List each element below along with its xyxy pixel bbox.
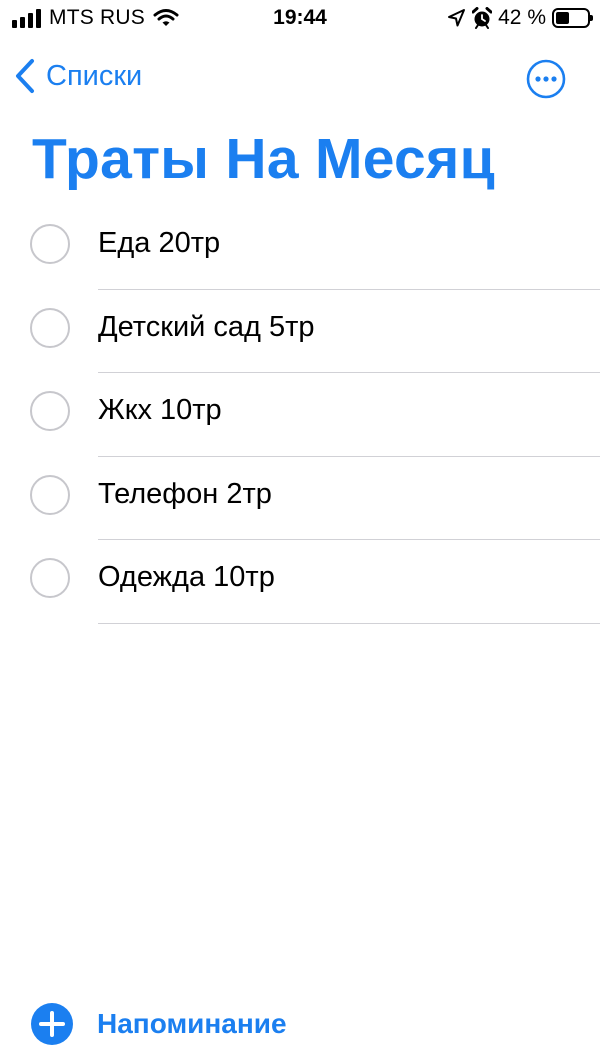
reminder-title[interactable]: Жкх 10тр	[98, 394, 222, 427]
add-reminder-label: Напоминание	[97, 1008, 287, 1039]
chevron-left-icon	[14, 58, 36, 94]
back-button[interactable]: Списки	[14, 58, 142, 94]
back-button-label: Списки	[46, 59, 143, 92]
complete-toggle-circle[interactable]	[30, 558, 70, 598]
reminder-row[interactable]: Детский сад 5тр	[0, 290, 600, 373]
location-arrow-icon	[446, 8, 466, 28]
battery-icon	[552, 8, 593, 28]
reminder-title[interactable]: Одежда 10тр	[98, 561, 275, 594]
ellipsis-circle-icon	[526, 59, 566, 99]
reminder-row[interactable]: Еда 20тр	[0, 206, 600, 290]
list-title: Траты На Месяц	[32, 127, 495, 191]
add-reminder-button[interactable]: Напоминание	[30, 1002, 287, 1046]
plus-circle-icon	[30, 1002, 74, 1046]
reminders-screen: MTS RUS 19:44 42 % Списки Траты На Месяц…	[0, 0, 600, 1063]
complete-toggle-circle[interactable]	[30, 474, 70, 515]
reminder-title[interactable]: Детский сад 5тр	[98, 311, 315, 344]
battery-percent: 42 %	[498, 6, 546, 29]
more-options-button[interactable]	[526, 59, 566, 99]
complete-toggle-circle[interactable]	[30, 391, 70, 431]
status-bar: MTS RUS 19:44 42 %	[0, 0, 600, 40]
reminder-title[interactable]: Еда 20тр	[98, 227, 220, 260]
row-divider	[98, 622, 600, 624]
reminder-title[interactable]: Телефон 2тр	[98, 478, 272, 511]
reminder-row[interactable]: Одежда 10тр	[0, 540, 600, 624]
complete-toggle-circle[interactable]	[30, 307, 70, 348]
complete-toggle-circle[interactable]	[30, 224, 70, 264]
reminder-row[interactable]: Жкх 10тр	[0, 373, 600, 457]
status-right: 42 %	[446, 6, 593, 30]
reminder-list: Еда 20тр Детский сад 5тр Жкх 10тр Телефо…	[0, 206, 600, 624]
alarm-clock-icon	[471, 7, 493, 29]
reminder-row[interactable]: Телефон 2тр	[0, 457, 600, 540]
